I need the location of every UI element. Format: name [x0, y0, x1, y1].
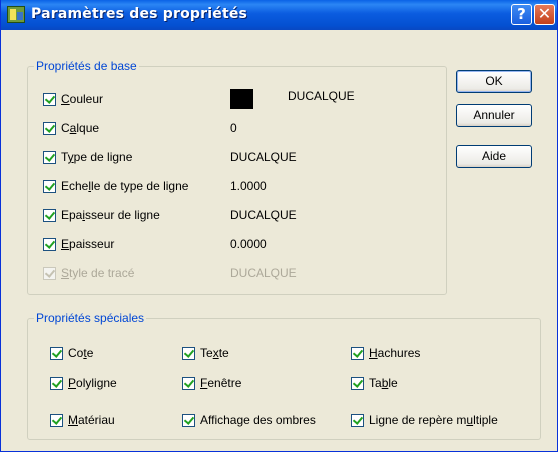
value-layer: 0 [230, 121, 237, 135]
value-linetype: DUCALQUE [230, 150, 297, 164]
label-material: Matériau [68, 413, 115, 427]
checkbox-multileader[interactable] [351, 413, 364, 427]
special-item-dimension[interactable]: Cote [50, 344, 93, 362]
special-item-polyline[interactable]: Polyligne [50, 374, 117, 392]
special-item-table[interactable]: Table [351, 374, 398, 392]
basic-row-linetype-scale[interactable]: Echelle de type de ligne [43, 177, 188, 195]
basic-row-linetype[interactable]: Type de ligne [43, 148, 132, 166]
value-plot-style: DUCALQUE [230, 266, 297, 280]
checkbox-table[interactable] [351, 376, 364, 390]
basic-properties-legend: Propriétés de base [34, 59, 139, 73]
checkbox-plot-style [43, 266, 56, 280]
value-linetype-scale: 1.0000 [230, 179, 267, 193]
label-hatch: Hachures [369, 346, 421, 360]
checkbox-shadow-display[interactable] [182, 413, 195, 427]
label-table: Table [369, 376, 398, 390]
basic-row-layer[interactable]: Calque [43, 119, 99, 137]
label-multileader: Ligne de repère multiple [369, 413, 498, 427]
label-linetype-scale: Echelle de type de ligne [61, 179, 189, 193]
color-swatch [230, 89, 253, 109]
value-thickness: 0.0000 [230, 237, 267, 251]
label-color: Couleur [61, 92, 104, 106]
label-layer: Calque [61, 121, 100, 135]
checkbox-text[interactable] [182, 346, 195, 360]
label-viewport: Fenêtre [200, 376, 242, 390]
checkbox-dimension[interactable] [50, 346, 63, 360]
close-icon[interactable]: ✕ [534, 4, 555, 25]
basic-row-plot-style: Style de tracé [43, 264, 134, 282]
checkbox-viewport[interactable] [182, 376, 195, 390]
special-item-text[interactable]: Texte [182, 344, 229, 362]
label-polyline: Polyligne [68, 376, 117, 390]
help-icon[interactable]: ? [511, 4, 532, 25]
app-icon [7, 6, 25, 23]
checkbox-linetype-scale[interactable] [43, 179, 56, 193]
checkbox-color[interactable] [43, 92, 56, 106]
checkbox-thickness[interactable] [43, 237, 56, 251]
basic-row-lineweight[interactable]: Epaisseur de ligne [43, 206, 160, 224]
basic-row-color[interactable]: Couleur [43, 90, 103, 108]
ok-button[interactable]: OK [456, 70, 532, 93]
properties-settings-dialog: Paramètres des propriétés ? ✕ Propriétés… [0, 0, 558, 452]
special-item-material[interactable]: Matériau [50, 411, 115, 429]
label-linetype: Type de ligne [61, 150, 133, 164]
cancel-button[interactable]: Annuler [456, 104, 532, 127]
label-dimension: Cote [68, 346, 94, 360]
value-lineweight: DUCALQUE [230, 208, 297, 222]
title-bar[interactable]: Paramètres des propriétés ? ✕ [1, 0, 557, 30]
label-text: Texte [200, 346, 229, 360]
special-item-hatch[interactable]: Hachures [351, 344, 420, 362]
label-plot-style: Style de tracé [61, 266, 135, 280]
basic-row-thickness[interactable]: Epaisseur [43, 235, 114, 253]
checkbox-lineweight[interactable] [43, 208, 56, 222]
help-button[interactable]: Aide [456, 145, 532, 168]
label-shadow-display: Affichage des ombres [200, 413, 316, 427]
checkbox-polyline[interactable] [50, 376, 63, 390]
special-item-viewport[interactable]: Fenêtre [182, 374, 241, 392]
special-item-shadow-display[interactable]: Affichage des ombres [182, 411, 316, 429]
checkbox-material[interactable] [50, 413, 63, 427]
label-thickness: Epaisseur [61, 237, 115, 251]
value-color: DUCALQUE [288, 89, 355, 103]
checkbox-hatch[interactable] [351, 346, 364, 360]
label-lineweight: Epaisseur de ligne [61, 208, 160, 222]
checkbox-linetype[interactable] [43, 150, 56, 164]
special-properties-legend: Propriétés spéciales [34, 311, 147, 325]
special-item-multileader[interactable]: Ligne de repère multiple [351, 411, 498, 429]
window-title: Paramètres des propriétés [31, 6, 248, 22]
checkbox-layer[interactable] [43, 121, 56, 135]
